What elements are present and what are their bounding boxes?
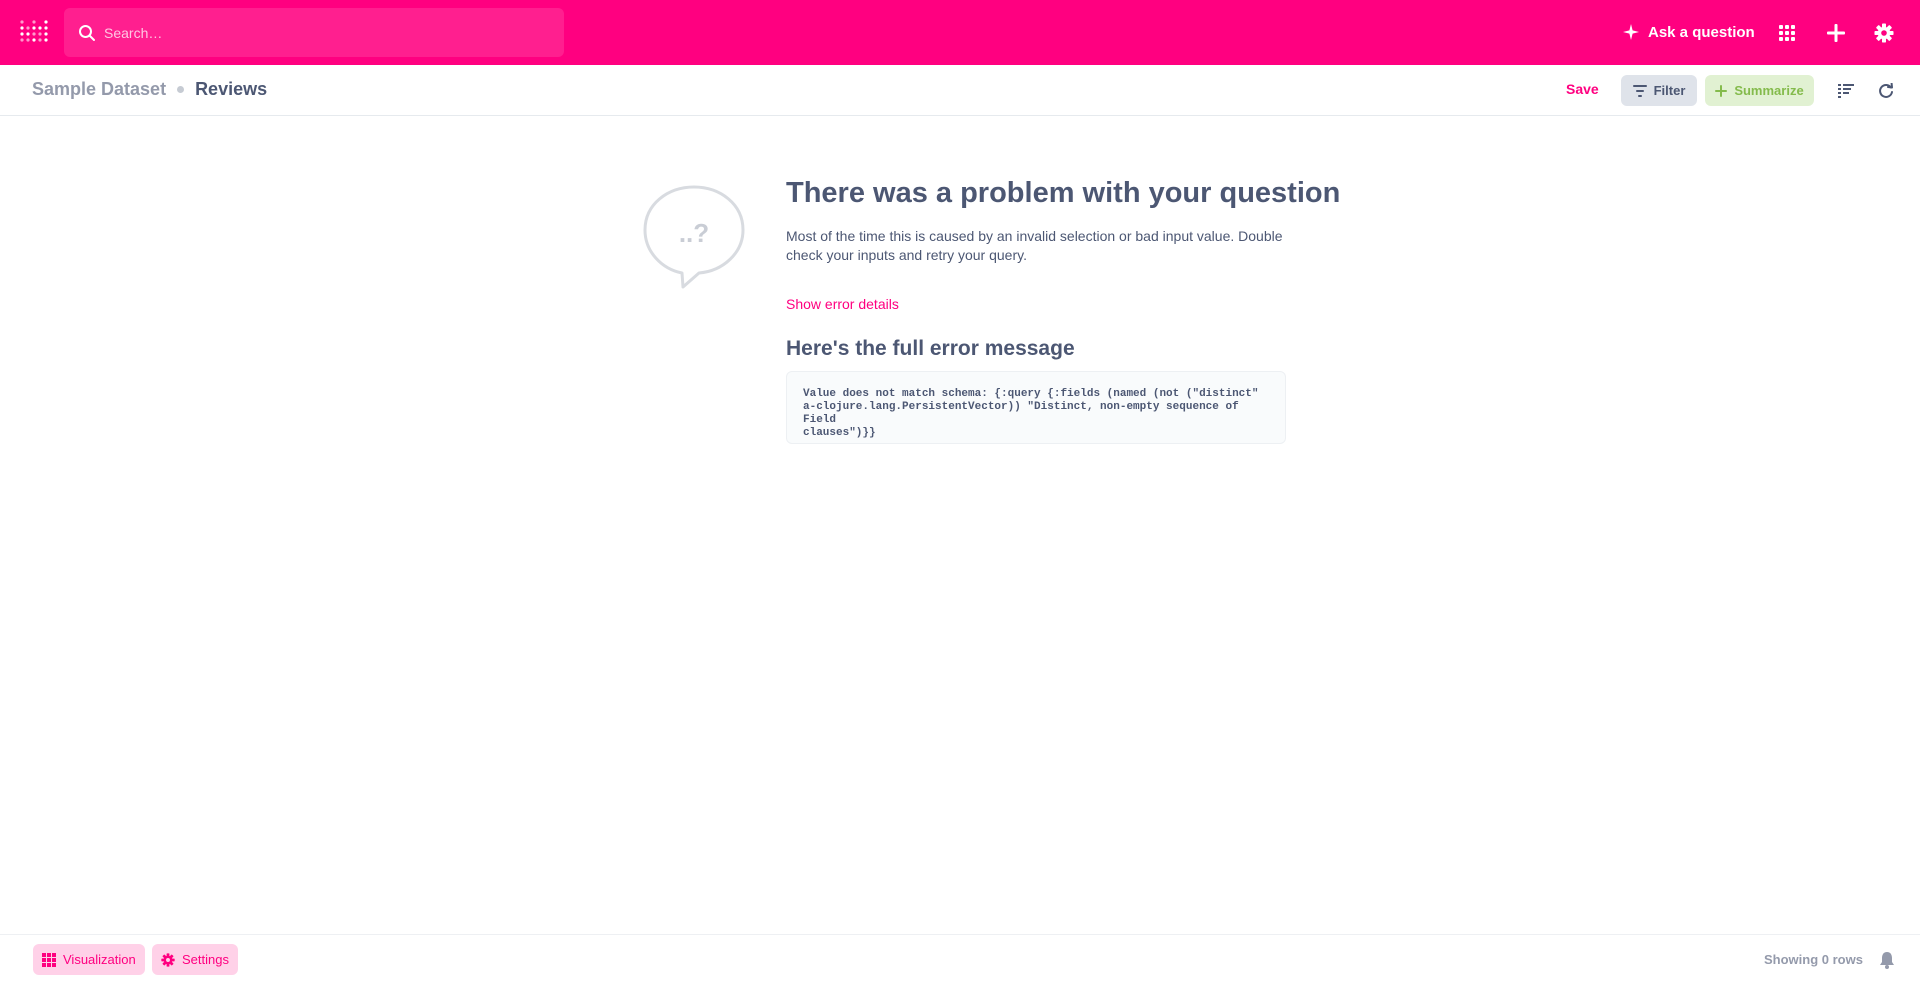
top-nav: Ask a question [0,0,1920,65]
error-title: There was a problem with your question [786,177,1341,209]
refresh-icon [1879,83,1893,98]
notebook-editor-button[interactable] [1836,81,1856,101]
bubble-text: ..? [679,218,709,248]
row-count: Showing 0 rows [1764,952,1863,967]
full-error-title: Here's the full error message [786,337,1075,360]
grid-icon [42,952,56,967]
sparkle-icon [1623,24,1639,40]
breadcrumb-table[interactable]: Reviews [195,79,267,100]
question-header: Sample Dataset Reviews Save Filter Summa… [0,65,1920,116]
filter-label: Filter [1653,83,1686,98]
bell-icon[interactable] [1878,951,1896,969]
settings-button[interactable] [1872,21,1896,45]
search-bar[interactable] [64,8,564,57]
plus-icon [1827,24,1845,42]
viz-settings-label: Settings [182,952,229,967]
breadcrumb: Sample Dataset Reviews [32,79,267,100]
ask-question-label: Ask a question [1648,23,1755,41]
show-error-details-link[interactable]: Show error details [786,296,899,312]
visualization-label: Visualization [63,952,136,967]
summarize-button[interactable]: Summarize [1705,75,1814,106]
grid-icon [1779,25,1795,41]
error-description: Most of the time this is caused by an in… [786,228,1283,263]
apps-grid-button[interactable] [1775,21,1799,45]
speech-bubble-icon: ..? [643,185,745,289]
breadcrumb-separator [177,86,185,93]
metabase-logo-icon[interactable] [18,18,48,48]
search-input[interactable] [104,24,544,41]
refresh-button[interactable] [1876,81,1896,101]
error-message-box: Value does not match schema: {:query {:f… [786,371,1286,444]
viz-settings-button[interactable]: Settings [152,944,238,975]
summarize-label: Summarize [1734,83,1804,98]
ask-question-button[interactable]: Ask a question [1623,20,1755,44]
search-icon [79,24,95,41]
gear-icon [1874,23,1894,43]
breadcrumb-dataset[interactable]: Sample Dataset [32,79,166,100]
filter-icon [1632,84,1647,97]
new-button[interactable] [1824,21,1848,45]
filter-button[interactable]: Filter [1621,75,1697,106]
gear-icon [161,952,175,967]
visualization-button[interactable]: Visualization [33,944,145,975]
notebook-icon [1838,84,1854,98]
sparkle-icon [1715,84,1728,97]
footer-bar: Visualization Settings Showing 0 rows [0,934,1920,982]
save-button[interactable]: Save [1566,81,1599,97]
